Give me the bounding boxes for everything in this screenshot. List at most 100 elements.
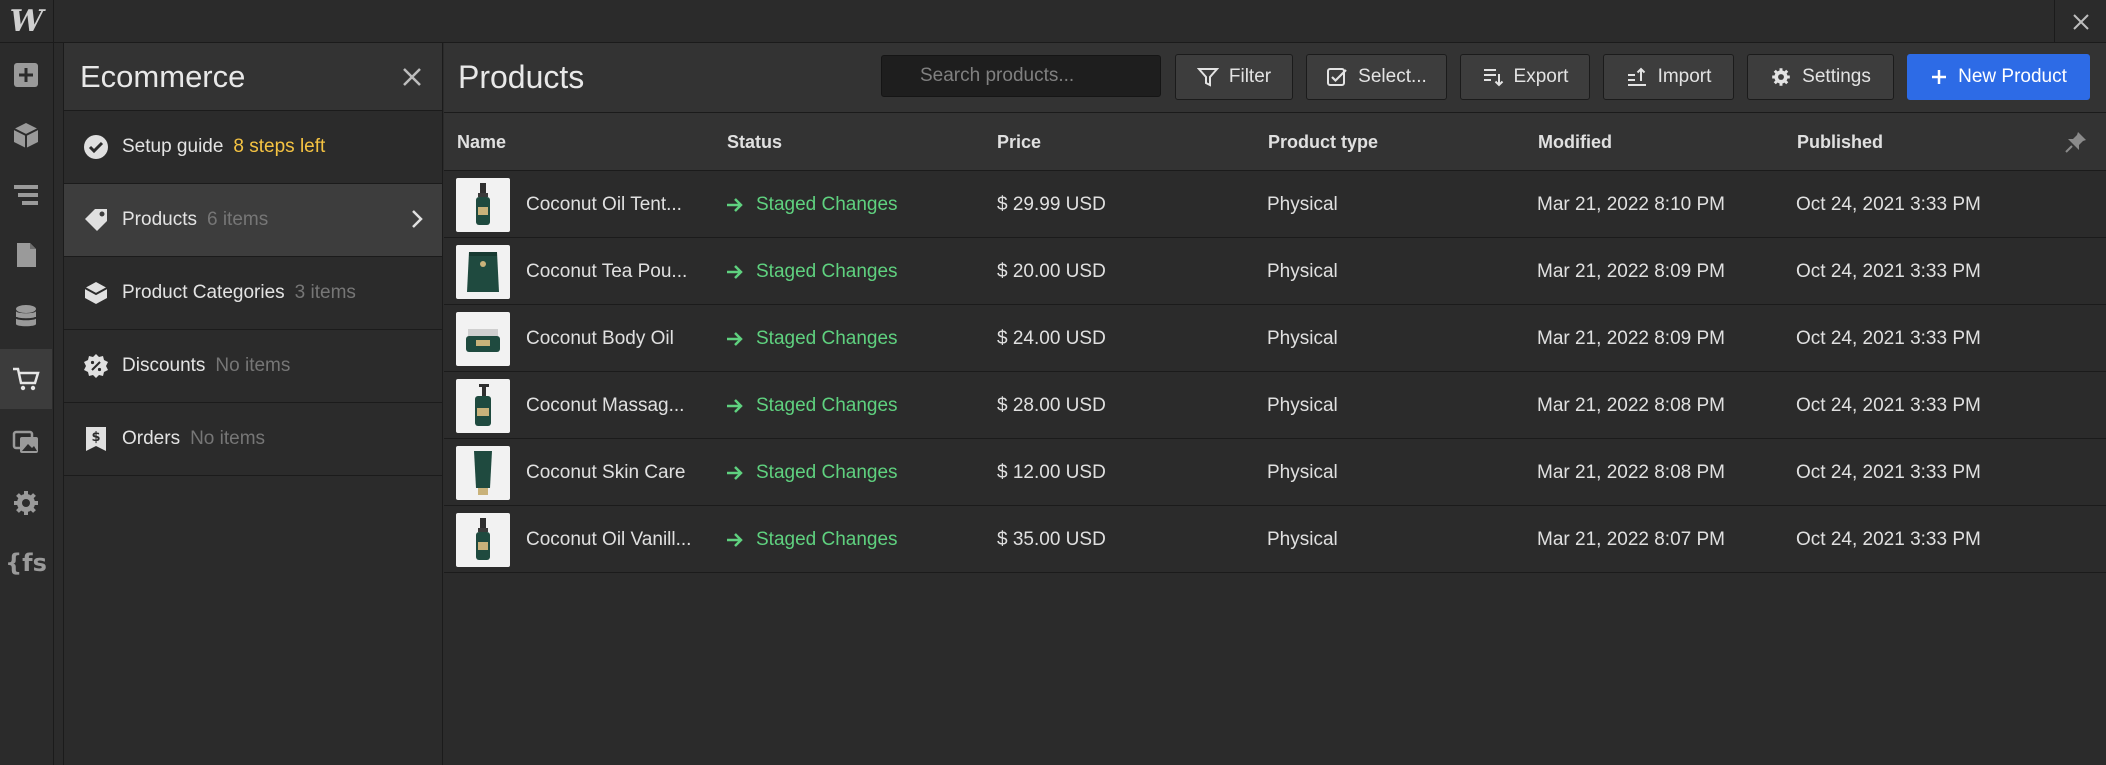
column-header-price[interactable]: Price bbox=[997, 132, 1041, 153]
pages-button[interactable] bbox=[0, 225, 52, 285]
page-icon bbox=[17, 243, 36, 267]
panel-item-product-categories[interactable]: Product Categories 3 items bbox=[64, 257, 442, 330]
check-circle-icon bbox=[82, 133, 110, 161]
chevron-right-icon bbox=[410, 208, 424, 236]
new-product-button-label: New Product bbox=[1958, 66, 2067, 87]
settings-button[interactable]: Settings bbox=[1747, 54, 1894, 100]
product-name: Coconut Massag... bbox=[526, 395, 685, 416]
receipt-icon: $ bbox=[82, 425, 110, 453]
product-published: Oct 24, 2021 3:33 PM bbox=[1796, 194, 1981, 215]
product-name: Coconut Oil Tent... bbox=[526, 194, 682, 215]
components-button[interactable] bbox=[0, 105, 52, 165]
ecommerce-button[interactable] bbox=[0, 349, 52, 409]
product-status: Staged Changes bbox=[756, 328, 898, 349]
panel-item-products[interactable]: Products 6 items bbox=[64, 184, 442, 257]
finsweet-extension-button[interactable]: {fs bbox=[0, 533, 52, 593]
export-icon bbox=[1483, 69, 1503, 87]
top-bar: W bbox=[0, 0, 2106, 43]
export-button-label: Export bbox=[1513, 66, 1569, 87]
site-settings-button[interactable] bbox=[0, 473, 52, 533]
close-icon bbox=[2072, 13, 2089, 30]
dropper-bottle-icon bbox=[476, 518, 490, 560]
assets-button[interactable] bbox=[0, 411, 52, 471]
jar-icon bbox=[466, 329, 500, 352]
column-header-status[interactable]: Status bbox=[727, 132, 782, 153]
product-published: Oct 24, 2021 3:33 PM bbox=[1796, 261, 1981, 282]
gear-icon bbox=[14, 491, 38, 515]
add-panel-button[interactable] bbox=[0, 45, 52, 105]
checkbox-icon bbox=[1327, 68, 1347, 86]
product-status: Staged Changes bbox=[756, 529, 898, 550]
table-row[interactable]: Coconut Body Oil Staged Changes $ 24.00 … bbox=[444, 305, 2106, 372]
product-modified: Mar 21, 2022 8:08 PM bbox=[1537, 462, 1725, 483]
table-row[interactable]: Coconut Oil Vanill... Staged Changes $ 3… bbox=[444, 506, 2106, 573]
import-icon bbox=[1627, 67, 1646, 86]
products-header: Products Filter Select... Export Import … bbox=[444, 43, 2106, 113]
export-button[interactable]: Export bbox=[1460, 54, 1590, 100]
product-price: $ 35.00 USD bbox=[997, 529, 1106, 550]
column-header-product-type[interactable]: Product type bbox=[1268, 132, 1378, 153]
fs-icon: {fs bbox=[5, 549, 47, 577]
select-button[interactable]: Select... bbox=[1306, 54, 1447, 100]
close-panel-button[interactable] bbox=[400, 65, 424, 89]
table-row[interactable]: Coconut Tea Pou... Staged Changes $ 20.0… bbox=[444, 238, 2106, 305]
panel-item-count: 3 items bbox=[294, 282, 356, 303]
product-modified: Mar 21, 2022 8:09 PM bbox=[1537, 261, 1725, 282]
products-view: Products Filter Select... Export Import … bbox=[444, 43, 2106, 765]
discount-badge-icon bbox=[82, 352, 110, 380]
filter-icon bbox=[1196, 68, 1219, 87]
product-type: Physical bbox=[1267, 328, 1338, 349]
panel-item-count: 6 items bbox=[206, 209, 269, 230]
pin-icon[interactable] bbox=[2064, 130, 2088, 159]
close-designer-button[interactable] bbox=[2054, 0, 2106, 43]
cube-icon bbox=[13, 123, 39, 148]
close-icon bbox=[403, 68, 421, 86]
product-thumbnail bbox=[456, 245, 510, 299]
ecommerce-panel-header: Ecommerce bbox=[64, 43, 442, 111]
panel-item-orders[interactable]: $ Orders No items bbox=[64, 403, 442, 476]
arrow-right-icon bbox=[725, 397, 745, 420]
product-modified: Mar 21, 2022 8:10 PM bbox=[1537, 194, 1725, 215]
svg-text:$: $ bbox=[91, 430, 100, 445]
settings-button-label: Settings bbox=[1802, 66, 1871, 87]
panel-item-label: Product Categories bbox=[122, 282, 285, 303]
product-published: Oct 24, 2021 3:33 PM bbox=[1796, 328, 1981, 349]
import-button[interactable]: Import bbox=[1603, 54, 1734, 100]
product-price: $ 29.99 USD bbox=[997, 194, 1106, 215]
images-icon bbox=[12, 430, 38, 453]
column-header-published[interactable]: Published bbox=[1797, 132, 1883, 153]
search-input[interactable] bbox=[881, 55, 1161, 97]
filter-button[interactable]: Filter bbox=[1175, 54, 1293, 100]
product-name: Coconut Tea Pou... bbox=[526, 261, 688, 282]
product-type: Physical bbox=[1267, 194, 1338, 215]
cms-button[interactable] bbox=[0, 287, 52, 347]
tube-icon bbox=[474, 451, 492, 495]
product-price: $ 24.00 USD bbox=[997, 328, 1106, 349]
arrow-right-icon bbox=[725, 531, 745, 554]
product-published: Oct 24, 2021 3:33 PM bbox=[1796, 462, 1981, 483]
product-type: Physical bbox=[1267, 261, 1338, 282]
plus-icon bbox=[1932, 70, 1947, 84]
arrow-right-icon bbox=[725, 263, 745, 286]
column-header-name[interactable]: Name bbox=[457, 132, 506, 153]
products-table-header: Name Status Price Product type Modified … bbox=[444, 113, 2106, 171]
product-price: $ 20.00 USD bbox=[997, 261, 1106, 282]
column-header-modified[interactable]: Modified bbox=[1538, 132, 1612, 153]
table-row[interactable]: Coconut Skin Care Staged Changes $ 12.00… bbox=[444, 439, 2106, 506]
product-thumbnail bbox=[456, 178, 510, 232]
new-product-button[interactable]: New Product bbox=[1907, 54, 2090, 100]
product-name: Coconut Skin Care bbox=[526, 462, 686, 483]
webflow-logo[interactable]: W bbox=[0, 0, 54, 43]
arrow-right-icon bbox=[725, 464, 745, 487]
pump-bottle-icon bbox=[475, 384, 491, 426]
panel-item-setup-guide[interactable]: Setup guide 8 steps left bbox=[64, 111, 442, 184]
table-row[interactable]: Coconut Oil Tent... Staged Changes $ 29.… bbox=[444, 171, 2106, 238]
product-status: Staged Changes bbox=[756, 462, 898, 483]
panel-item-discounts[interactable]: Discounts No items bbox=[64, 330, 442, 403]
product-name: Coconut Body Oil bbox=[526, 328, 674, 349]
table-row[interactable]: Coconut Massag... Staged Changes $ 28.00… bbox=[444, 372, 2106, 439]
product-status: Staged Changes bbox=[756, 261, 898, 282]
navigator-button[interactable] bbox=[0, 165, 52, 225]
product-modified: Mar 21, 2022 8:08 PM bbox=[1537, 395, 1725, 416]
tea-pouch-icon bbox=[467, 252, 499, 292]
